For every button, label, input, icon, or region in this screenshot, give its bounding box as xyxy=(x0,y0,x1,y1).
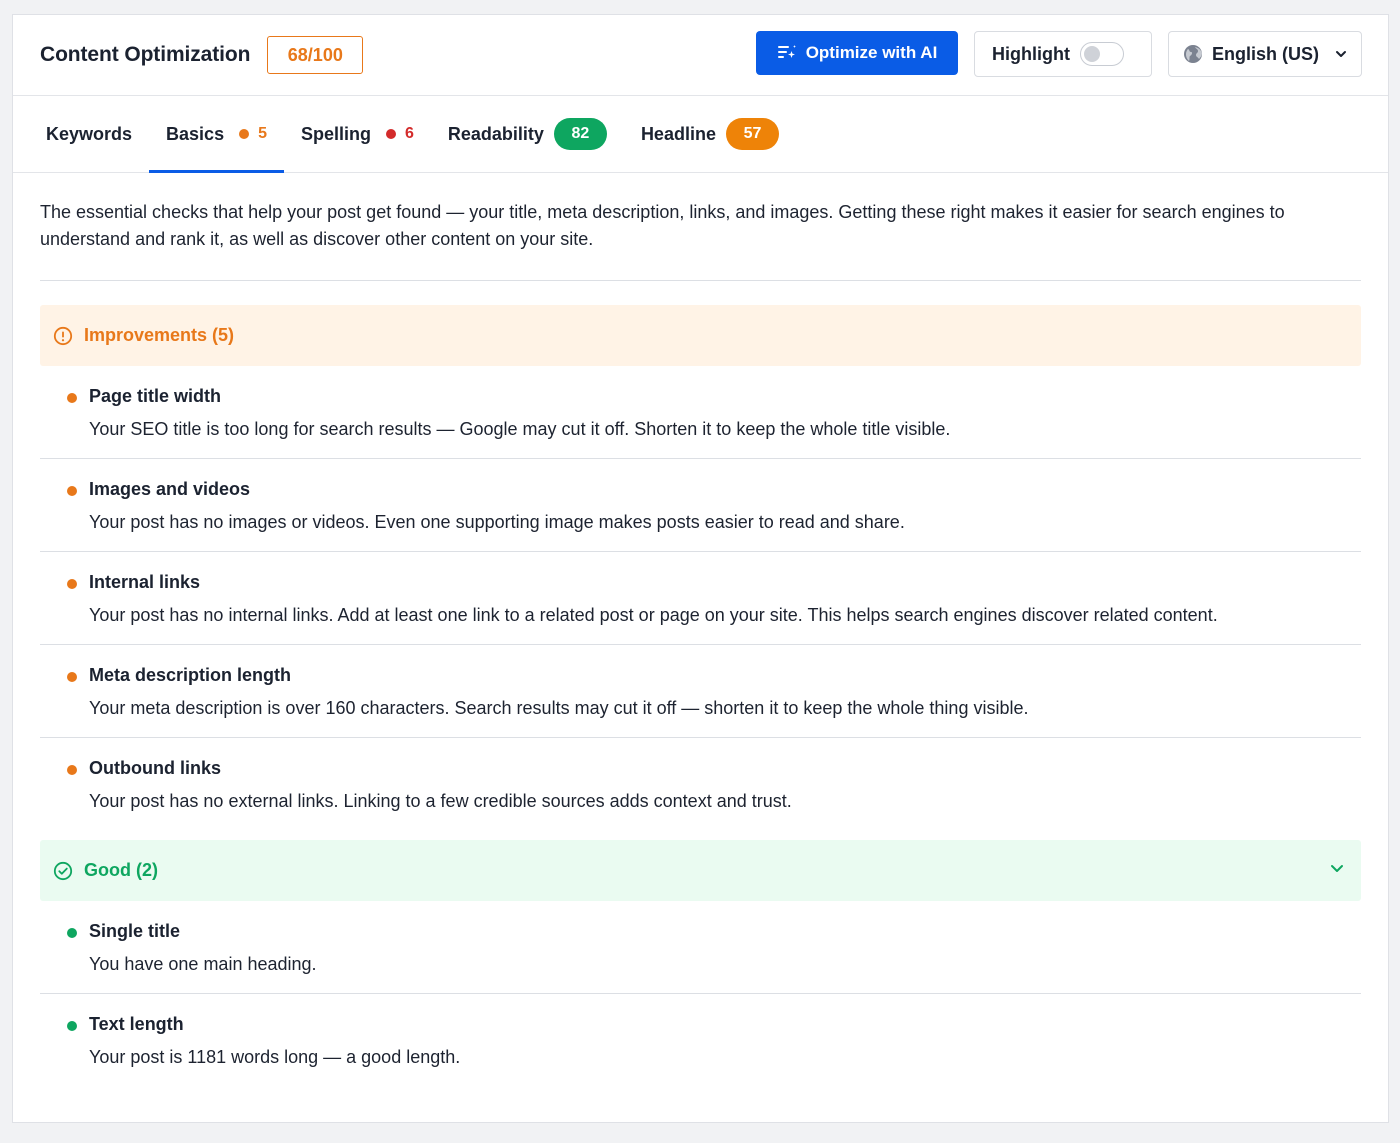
globe-icon xyxy=(1183,44,1203,64)
check-description: Your post has no external links. Linking… xyxy=(89,791,792,811)
issue-count: 6 xyxy=(405,125,414,142)
status-dot xyxy=(67,1021,77,1031)
tab-spelling[interactable]: Spelling 6 xyxy=(284,96,431,172)
sparkle-list-icon xyxy=(777,44,797,62)
page-title: Content Optimization xyxy=(40,43,251,66)
language-label: English (US) xyxy=(1212,43,1319,64)
check-title: Meta description length xyxy=(89,665,292,685)
tab-label: Basics xyxy=(166,123,225,144)
tab-label: Spelling xyxy=(300,123,371,144)
highlight-toggle[interactable] xyxy=(1079,42,1124,66)
highlight-control: Highlight xyxy=(974,31,1152,77)
improvements-heading: Improvements (5) xyxy=(84,325,235,345)
status-dot xyxy=(386,129,396,139)
check-description: Your meta description is over 160 charac… xyxy=(89,698,1029,718)
check-item-images-and-videos: Images and videos Your post has no image… xyxy=(40,459,1361,552)
status-dot xyxy=(67,486,77,496)
status-dot xyxy=(67,393,77,403)
score-pill: 57 xyxy=(725,118,779,150)
intro-text: The essential checks that help your post… xyxy=(40,173,1361,281)
check-description: You have one main heading. xyxy=(89,954,317,974)
language-select[interactable]: English (US) xyxy=(1168,31,1362,77)
status-dot xyxy=(239,129,250,139)
tab-label: Keywords xyxy=(46,123,133,144)
good-list: Single title You have one main heading. … xyxy=(40,901,1361,1086)
tab-bar: Keywords Basics 5 Spelling 6 Readability… xyxy=(13,96,1388,173)
alert-circle-icon xyxy=(53,326,73,346)
tab-keywords[interactable]: Keywords xyxy=(29,96,149,172)
check-circle-icon xyxy=(53,861,73,881)
chevron-down-icon[interactable] xyxy=(1329,860,1345,881)
check-item-meta-description-length: Meta description length Your meta descri… xyxy=(40,645,1361,738)
status-dot xyxy=(67,672,77,682)
panel-header: Content Optimization 68/100 Optimize wit… xyxy=(13,15,1388,96)
check-description: Your post has no images or videos. Even … xyxy=(89,512,905,532)
check-item-text-length: Text length Your post is 1181 words long… xyxy=(40,994,1361,1086)
tab-label: Readability xyxy=(447,123,544,144)
check-description: Your post has no internal links. Add at … xyxy=(89,605,1218,625)
tab-label: Headline xyxy=(640,123,716,144)
score-pill: 82 xyxy=(553,118,607,150)
tab-basics[interactable]: Basics 5 xyxy=(149,96,284,173)
tab-headline[interactable]: Headline 57 xyxy=(624,96,796,172)
check-description: Your post is 1181 words long — a good le… xyxy=(89,1047,461,1067)
improvements-list: Page title width Your SEO title is too l… xyxy=(40,366,1361,830)
tab-readability[interactable]: Readability 82 xyxy=(431,96,624,172)
check-item-page-title-width: Page title width Your SEO title is too l… xyxy=(40,366,1361,459)
optimize-with-ai-label: Optimize with AI xyxy=(805,43,938,62)
issue-count: 5 xyxy=(258,125,267,142)
check-item-internal-links: Internal links Your post has no internal… xyxy=(40,552,1361,645)
status-dot xyxy=(67,765,77,775)
check-title: Images and videos xyxy=(89,479,251,499)
check-item-single-title: Single title You have one main heading. xyxy=(40,901,1361,994)
check-title: Page title width xyxy=(89,386,222,406)
status-dot xyxy=(67,928,77,938)
content-optimization-panel: Content Optimization 68/100 Optimize wit… xyxy=(12,14,1389,1123)
header-actions: Optimize with AI Highlight English (US) xyxy=(756,31,1362,77)
check-description: Your SEO title is too long for search re… xyxy=(89,419,951,439)
check-title: Outbound links xyxy=(89,758,221,778)
tab-content: The essential checks that help your post… xyxy=(13,173,1388,1086)
toggle-knob xyxy=(1083,46,1100,62)
optimize-with-ai-button[interactable]: Optimize with AI xyxy=(756,31,958,75)
highlight-label: Highlight xyxy=(992,43,1070,64)
good-heading: Good (2) xyxy=(84,860,158,880)
check-title: Text length xyxy=(89,1014,184,1034)
check-item-outbound-links: Outbound links Your post has no external… xyxy=(40,738,1361,830)
status-dot xyxy=(67,579,77,589)
chevron-down-icon xyxy=(1334,47,1348,61)
good-header[interactable]: Good (2) xyxy=(40,840,1361,901)
check-title: Single title xyxy=(89,921,181,941)
improvements-header[interactable]: Improvements (5) xyxy=(40,305,1361,366)
check-title: Internal links xyxy=(89,572,201,592)
score-badge: 68/100 xyxy=(267,36,364,74)
